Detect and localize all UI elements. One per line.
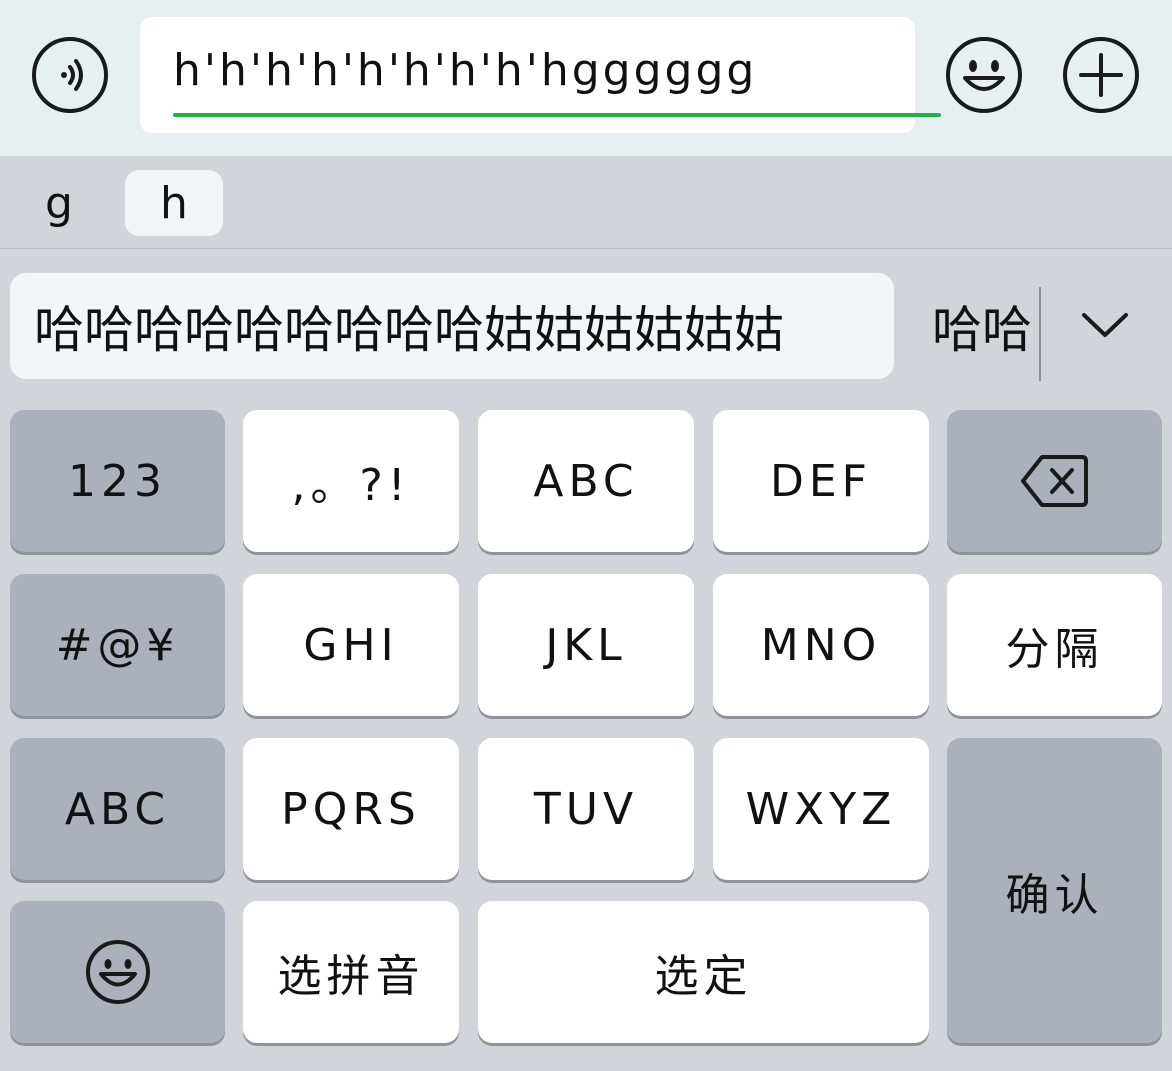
composing-text: h'h'h'h'h'h'h'h'hgggggg [173, 45, 758, 96]
key-123[interactable]: 123 [10, 410, 225, 552]
smiley-icon [946, 37, 1022, 113]
key-pqrs[interactable]: PQRS [243, 738, 459, 880]
key-separator[interactable]: 分隔 [947, 574, 1162, 716]
backspace-icon [1020, 455, 1088, 507]
expand-candidates-button[interactable] [1075, 295, 1135, 355]
key-abc-mode[interactable]: ABC [10, 738, 225, 880]
voice-wave-icon [32, 37, 108, 113]
key-ghi[interactable]: GHI [243, 574, 459, 716]
input-bar: h'h'h'h'h'h'h'h'hgggggg [0, 0, 1172, 156]
plus-circle-icon [1063, 37, 1139, 113]
key-def[interactable]: DEF [713, 410, 929, 552]
key-abc[interactable]: ABC [478, 410, 694, 552]
key-select[interactable]: 选定 [478, 901, 929, 1043]
candidate-primary[interactable]: 哈哈哈哈哈哈哈哈哈姑姑姑姑姑姑 [10, 273, 894, 379]
key-emoji[interactable] [10, 901, 225, 1043]
candidate-divider [1039, 287, 1041, 381]
smiley-icon [85, 940, 150, 1004]
add-button[interactable] [1062, 36, 1140, 114]
emoji-button[interactable] [945, 36, 1023, 114]
key-wxyz[interactable]: WXYZ [713, 738, 929, 880]
key-tuv[interactable]: TUV [478, 738, 694, 880]
pinyin-option-g[interactable]: g [24, 170, 94, 236]
key-jkl[interactable]: JKL [478, 574, 694, 716]
candidate-bar: 哈哈哈哈哈哈哈哈哈姑姑姑姑姑姑 哈哈 [0, 249, 1172, 399]
key-mno[interactable]: MNO [713, 574, 929, 716]
candidate-secondary[interactable]: 哈哈 [932, 273, 1032, 379]
composing-underline [173, 113, 941, 117]
voice-input-button[interactable] [31, 36, 109, 114]
chevron-down-icon [1082, 313, 1128, 337]
message-input[interactable]: h'h'h'h'h'h'h'h'hgggggg [140, 17, 941, 133]
pinyin-option-h[interactable]: h [125, 170, 223, 236]
key-symbols[interactable]: #@¥ [10, 574, 225, 716]
backspace-key[interactable] [947, 410, 1162, 552]
pinyin-options: g h [0, 156, 1172, 249]
key-select-pinyin[interactable]: 选拼音 [243, 901, 459, 1043]
key-confirm[interactable]: 确认 [947, 738, 1162, 1043]
key-punctuation[interactable]: ,。?! [243, 410, 459, 552]
